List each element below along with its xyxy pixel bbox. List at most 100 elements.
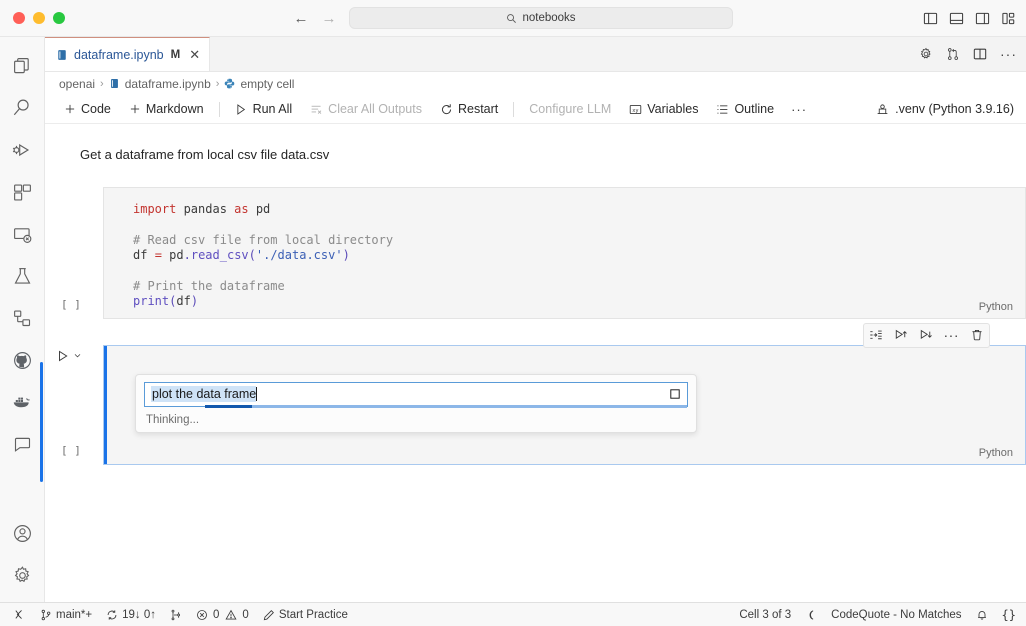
outline-icon xyxy=(716,103,729,116)
status-label: Start Practice xyxy=(279,609,348,621)
python-icon xyxy=(224,78,235,89)
run-below-icon[interactable] xyxy=(919,328,933,342)
breadcrumb-item-openai[interactable]: openai xyxy=(59,77,95,91)
status-start-practice[interactable]: Start Practice xyxy=(256,604,355,626)
github-icon xyxy=(12,350,33,371)
status-remote-indicator[interactable] xyxy=(6,604,33,626)
add-code-cell-button[interactable]: Code xyxy=(55,100,120,118)
toolbar-overflow-button[interactable]: ··· xyxy=(783,100,815,119)
inline-chat-input[interactable]: plot the data frame xyxy=(144,382,688,407)
sidebar-item-source-control-graph[interactable] xyxy=(0,297,45,339)
status-label: 0 xyxy=(242,609,248,621)
plus-icon xyxy=(64,103,76,115)
run-all-button[interactable]: Run All xyxy=(226,100,302,118)
configure-llm-button[interactable]: Configure LLM xyxy=(520,100,620,118)
progress-bar-chunk xyxy=(205,405,252,408)
status-label: 19↓ 0↑ xyxy=(122,609,156,621)
cell-language-label[interactable]: Python xyxy=(979,301,1013,313)
status-sleep[interactable] xyxy=(798,604,824,626)
status-git-sync[interactable]: 19↓ 0↑ xyxy=(99,604,163,626)
editor-tabs: dataframe.ipynb M ✕ xyxy=(45,37,1026,72)
split-editor-icon[interactable] xyxy=(973,47,987,61)
delete-cell-icon[interactable] xyxy=(970,328,984,342)
add-markdown-cell-button[interactable]: Markdown xyxy=(120,100,213,118)
search-icon xyxy=(506,13,517,24)
more-actions-icon[interactable]: ··· xyxy=(944,331,960,339)
code-cell-1: [ ] import pandas as pd # Read csv file … xyxy=(45,187,1026,319)
run-cell-button[interactable] xyxy=(56,349,82,363)
sidebar-item-run-and-debug[interactable] xyxy=(0,129,45,171)
markdown-cell[interactable]: Get a dataframe from local csv file data… xyxy=(45,138,1026,165)
code-cell-2: [ ] xyxy=(45,345,1026,465)
sidebar-item-chat[interactable] xyxy=(0,423,45,465)
vscode-window: ← → notebooks xyxy=(0,0,1026,626)
variables-icon: xy xyxy=(629,103,642,116)
sidebar-item-accounts[interactable] xyxy=(0,512,45,554)
diff-icon[interactable] xyxy=(946,47,960,61)
status-codequote[interactable]: CodeQuote - No Matches xyxy=(824,604,968,626)
clear-all-outputs-button[interactable]: Clear All Outputs xyxy=(301,100,431,118)
sidebar-item-remote-explorer[interactable] xyxy=(0,213,45,255)
breadcrumb-label: empty cell xyxy=(240,77,294,91)
more-actions-icon[interactable]: ··· xyxy=(1000,49,1017,59)
sidebar-item-search[interactable] xyxy=(0,87,45,129)
kernel-label: .venv (Python 3.9.16) xyxy=(895,102,1014,116)
breadcrumb-separator: › xyxy=(216,78,220,90)
tab-label: dataframe.ipynb xyxy=(74,48,164,62)
stop-icon[interactable] xyxy=(669,388,681,400)
run-above-icon[interactable] xyxy=(894,328,908,342)
status-git-branch[interactable]: main*+ xyxy=(33,604,99,626)
sidebar-item-extensions[interactable] xyxy=(0,171,45,213)
tab-dataframe-ipynb[interactable]: dataframe.ipynb M ✕ xyxy=(45,37,210,71)
toolbar-label: Run All xyxy=(253,102,293,116)
split-cell-icon[interactable] xyxy=(869,328,883,342)
cell-editor[interactable]: import pandas as pd # Read csv file from… xyxy=(103,187,1026,319)
status-notifications[interactable] xyxy=(969,604,995,626)
sidebar-item-github[interactable] xyxy=(0,339,45,381)
navigate-back-button[interactable]: ← xyxy=(293,11,309,26)
toolbar-label: Outline xyxy=(734,102,774,116)
moon-icon xyxy=(805,609,817,621)
breadcrumb-item-empty-cell[interactable]: empty cell xyxy=(224,77,294,91)
inline-chat-value: plot the data frame xyxy=(151,386,256,402)
toolbar-label: Configure LLM xyxy=(529,102,611,116)
toolbar-label: Variables xyxy=(647,102,698,116)
command-center-search[interactable]: notebooks xyxy=(349,7,733,29)
toolbar-separator xyxy=(513,102,514,117)
status-git-graph[interactable] xyxy=(163,604,189,626)
navigate-forward-button[interactable]: → xyxy=(321,11,337,26)
sync-icon xyxy=(106,609,118,621)
run-cell-icon xyxy=(56,349,70,363)
tab-dirty-badge: M xyxy=(171,49,181,61)
outline-button[interactable]: Outline xyxy=(707,100,783,118)
sidebar-item-manage[interactable] xyxy=(0,554,45,596)
markdown-text: Get a dataframe from local csv file data… xyxy=(80,147,329,162)
customize-layout-icon[interactable] xyxy=(1001,11,1016,26)
search-icon xyxy=(11,97,33,119)
sidebar-item-testing[interactable] xyxy=(0,255,45,297)
restart-kernel-button[interactable]: Restart xyxy=(431,100,507,118)
status-problems-errors[interactable]: 0 xyxy=(189,604,222,626)
kernel-selector[interactable]: .venv (Python 3.9.16) xyxy=(876,102,1014,116)
status-json-mode[interactable]: {} xyxy=(995,604,1019,626)
toggle-primary-sidebar-icon[interactable] xyxy=(923,11,938,26)
chevron-down-icon[interactable] xyxy=(73,351,82,360)
toggle-panel-icon[interactable] xyxy=(949,11,964,26)
debug-icon xyxy=(11,139,33,161)
cell-language-label[interactable]: Python xyxy=(979,447,1013,459)
variables-button[interactable]: xy Variables xyxy=(620,100,707,118)
sidebar-item-docker[interactable] xyxy=(0,381,45,423)
sidebar-item-explorer[interactable] xyxy=(0,45,45,87)
cell-editor[interactable]: ··· plot xyxy=(103,345,1026,465)
active-cell-indicator xyxy=(104,346,107,464)
inline-chat-status: Thinking... xyxy=(144,414,688,426)
code-content[interactable]: import pandas as pd # Read csv file from… xyxy=(104,188,1025,318)
toggle-secondary-sidebar-icon[interactable] xyxy=(975,11,990,26)
status-problems-warnings[interactable]: 0 xyxy=(222,604,255,626)
status-label: Cell 3 of 3 xyxy=(739,609,791,621)
close-icon[interactable]: ✕ xyxy=(189,48,200,61)
breadcrumb-item-dataframe[interactable]: dataframe.ipynb xyxy=(109,77,211,91)
status-cell-position[interactable]: Cell 3 of 3 xyxy=(732,604,798,626)
gear-icon[interactable] xyxy=(919,47,933,61)
activity-bar-scrollbar[interactable] xyxy=(40,362,43,482)
